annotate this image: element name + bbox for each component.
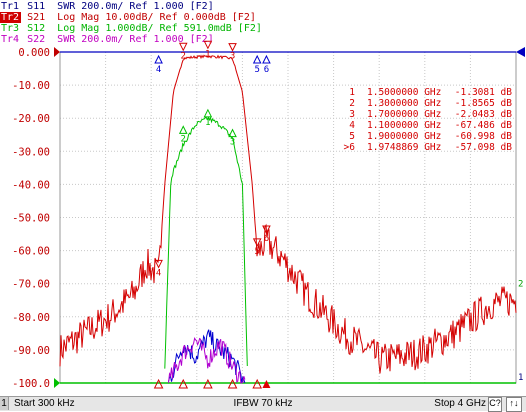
trace-s22 — [168, 336, 246, 384]
marker-label: 5 — [254, 65, 259, 75]
marker-id: 2 — [349, 98, 355, 109]
stimulus-marker-icon[interactable] — [178, 378, 189, 389]
marker-value: -60.998 dB — [455, 131, 512, 142]
marker-triangle-icon[interactable] — [203, 40, 213, 50]
ref-marker-bottom-right: 1 — [518, 373, 523, 383]
y-tick-label: -80.00 — [12, 312, 50, 324]
marker-frequency: 1.9000000 GHz — [367, 131, 441, 142]
marker-label: 4 — [156, 268, 161, 278]
marker-triangle-icon[interactable] — [252, 54, 262, 64]
marker-triangle-icon[interactable] — [228, 128, 237, 138]
marker-id: >6 — [344, 142, 356, 153]
y-tick-label: -100.0 — [12, 378, 50, 390]
ref-marker-right: 2 — [518, 280, 523, 290]
y-tick-label: -70.00 — [12, 279, 50, 291]
ref-level-arrow-icon[interactable] — [54, 47, 60, 57]
y-tick-label: -50.00 — [12, 213, 50, 225]
active-stimulus-marker-icon[interactable] — [262, 380, 271, 388]
y-tick-label: -40.00 — [12, 179, 50, 191]
marker-label: 6 — [264, 65, 269, 75]
marker-id: 1 — [349, 87, 355, 98]
traces — [59, 54, 517, 384]
stop-frequency[interactable]: Stop 4 GHz — [434, 397, 486, 410]
marker-label: 1 — [205, 49, 210, 59]
marker-frequency: 1.7000000 GHz — [367, 109, 441, 120]
vna-screen: Tr1 S11 SWR 200.0m/ Ref 1.000 [F2] Tr2 S2… — [0, 0, 526, 412]
marker-frequency: 1.9748869 GHz — [367, 142, 441, 153]
y-tick-label: -30.00 — [12, 146, 50, 158]
status-bar: 1 Start 300 kHz IFBW 70 kHz Stop 4 GHz C… — [0, 396, 526, 412]
graticule — [59, 51, 517, 384]
marker-triangle-icon[interactable] — [154, 54, 163, 64]
marker-triangle-icon[interactable] — [252, 238, 262, 248]
trace-s12 — [164, 116, 248, 369]
marker-value: -1.8565 dB — [455, 98, 512, 109]
y-tick-label: -60.00 — [12, 246, 50, 258]
marker-triangle-icon[interactable] — [178, 42, 188, 52]
marker-label: 3 — [230, 138, 235, 148]
marker-frequency: 1.1000000 GHz — [367, 120, 441, 131]
marker-value: -57.098 dB — [455, 142, 512, 153]
marker-id: 5 — [349, 131, 355, 142]
marker-id: 4 — [349, 120, 355, 131]
y-tick-label: -20.00 — [12, 113, 50, 125]
marker-label: 6 — [264, 234, 269, 244]
marker-frequency: 1.3000000 GHz — [367, 98, 441, 109]
marker-table: 1 1.5000000 GHz -1.3081 dB 2 1.3000000 GHz -1… — [344, 87, 513, 153]
marker-label: 2 — [181, 134, 186, 144]
marker-label: 2 — [181, 51, 186, 61]
marker-label: 4 — [156, 65, 161, 75]
y-tick-label: -10.00 — [12, 80, 50, 92]
marker-value: -2.0483 dB — [455, 109, 512, 120]
y-tick-label: -90.00 — [12, 345, 50, 357]
marker-label: 3 — [230, 52, 235, 62]
ref-level-right-arrow-icon[interactable] — [516, 47, 525, 57]
marker-label: 5 — [254, 247, 259, 257]
marker-triangle-icon[interactable] — [203, 108, 213, 118]
marker-frequency: 1.5000000 GHz — [367, 87, 441, 98]
measurement-plot[interactable]: 0.000 -10.00 -20.00 -30.00 -40.00 -50.00 -60.0… — [0, 0, 526, 396]
marker-value: -1.3081 dB — [455, 87, 512, 98]
stimulus-marker-icon[interactable] — [203, 378, 213, 389]
marker-triangle-icon[interactable] — [262, 54, 271, 64]
y-tick-label: 0.000 — [18, 47, 50, 59]
marker-triangle-icon[interactable] — [178, 125, 188, 134]
marker-triangle-icon[interactable] — [228, 43, 237, 52]
ref-level-arrow-bottom-icon[interactable] — [54, 378, 60, 388]
marker-value: -67.486 dB — [455, 120, 512, 131]
stimulus-marker-icon[interactable] — [153, 378, 164, 389]
stimulus-marker-icon[interactable] — [227, 378, 238, 389]
marker-label: 1 — [205, 118, 210, 128]
marker-id: 3 — [349, 109, 355, 120]
stimulus-marker-icon[interactable] — [252, 378, 262, 389]
